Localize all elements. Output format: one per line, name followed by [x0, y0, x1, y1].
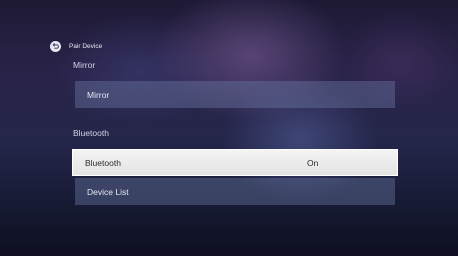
background	[0, 0, 458, 256]
bluetooth-item-label: Bluetooth	[85, 157, 121, 168]
section-label-mirror: Mirror	[73, 60, 96, 70]
page-title: Pair Device	[69, 42, 103, 50]
bluetooth-item[interactable]: Bluetooth On	[72, 149, 398, 176]
device-list-item-label: Device List	[87, 186, 129, 197]
device-list-item[interactable]: Device List	[75, 178, 395, 205]
mirror-item-label: Mirror	[87, 89, 110, 100]
page-header: Pair Device	[50, 40, 102, 52]
bluetooth-status-value: On	[307, 157, 319, 168]
mirror-item[interactable]: Mirror	[75, 81, 395, 108]
section-label-bluetooth: Bluetooth	[73, 128, 109, 138]
back-arrow-icon[interactable]	[50, 40, 61, 52]
